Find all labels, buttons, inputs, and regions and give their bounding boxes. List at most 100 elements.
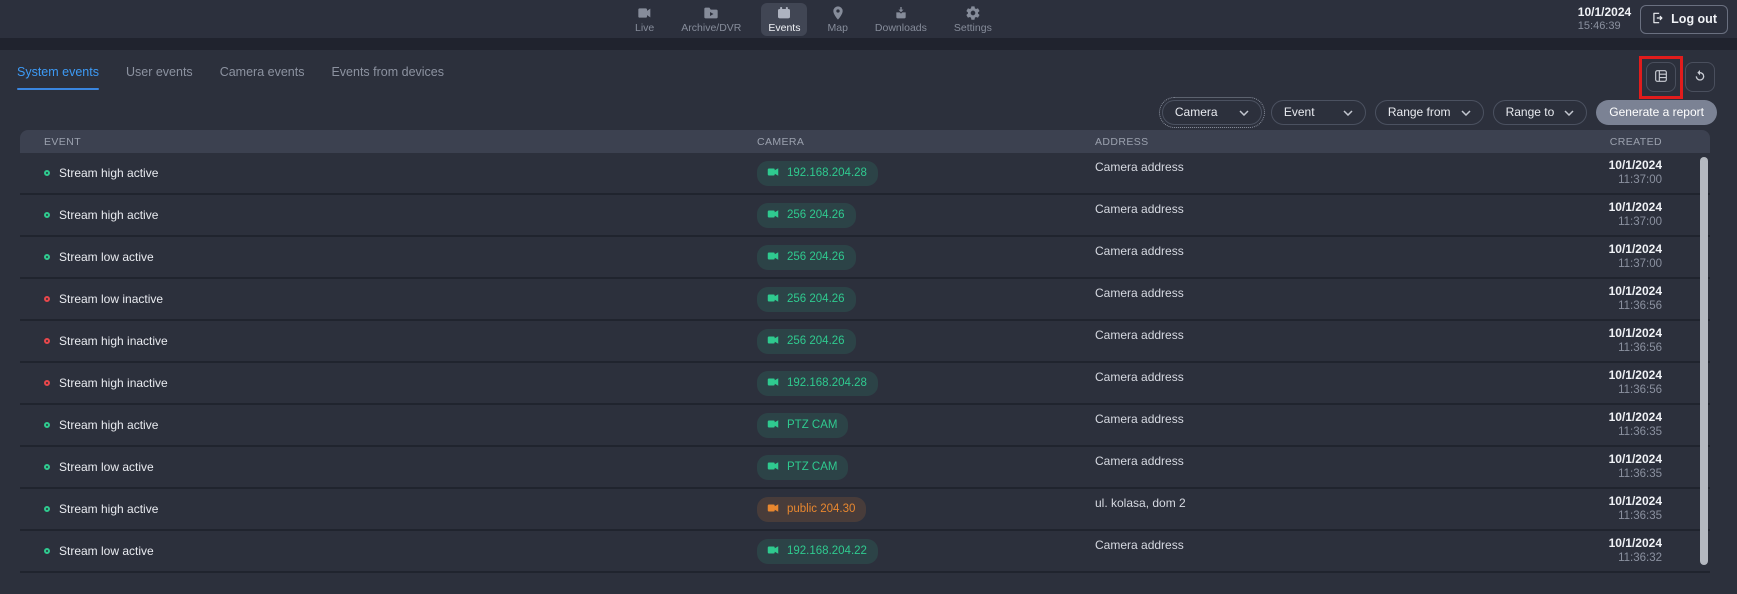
camera-icon xyxy=(766,417,780,434)
camera-cell: public 204.30 xyxy=(757,497,1095,522)
event-cell: Stream high inactive xyxy=(44,376,757,390)
column-header-event: EVENT xyxy=(44,136,757,148)
camera-badge[interactable]: 256 204.26 xyxy=(757,329,856,354)
logout-button[interactable]: Log out xyxy=(1640,5,1728,34)
table-row[interactable]: Stream low active PTZ CAM Camera address… xyxy=(20,447,1710,489)
tab-label: Camera events xyxy=(220,65,305,79)
nav-label: Archive/DVR xyxy=(681,23,741,34)
camera-badge[interactable]: public 204.30 xyxy=(757,497,866,522)
main-nav: Live Archive/DVR Events Map Downloads xyxy=(628,0,999,38)
created-cell: 10/1/2024 11:36:56 xyxy=(1552,327,1662,355)
table-row[interactable]: Stream low active 256 204.26 Camera addr… xyxy=(20,237,1710,279)
address-cell: Camera address xyxy=(1095,531,1552,552)
nav-item-settings[interactable]: Settings xyxy=(947,3,999,36)
camera-badge-label: PTZ CAM xyxy=(787,419,837,431)
event-cell: Stream high active xyxy=(44,502,757,516)
created-time: 11:36:56 xyxy=(1618,300,1662,313)
created-time: 11:36:32 xyxy=(1618,552,1662,565)
camera-badge-label: 256 204.26 xyxy=(787,209,845,221)
filter-bar: Camera Event Range from Range to Generat… xyxy=(0,94,1737,130)
nav-item-archive-dvr[interactable]: Archive/DVR xyxy=(674,3,748,36)
nav-item-events[interactable]: Events xyxy=(761,3,807,36)
nav-item-live[interactable]: Live xyxy=(628,3,661,36)
range-to-dropdown[interactable]: Range to xyxy=(1493,100,1588,125)
table-row[interactable]: Stream high active public 204.30 ul. kol… xyxy=(20,489,1710,531)
separator-strip xyxy=(0,38,1737,50)
event-label: Stream high active xyxy=(59,502,158,516)
camera-filter-dropdown[interactable]: Camera xyxy=(1162,100,1262,125)
report-table-icon xyxy=(1653,68,1669,87)
nav-item-downloads[interactable]: Downloads xyxy=(868,3,934,36)
map-pin-icon xyxy=(830,5,846,21)
event-status-icon xyxy=(44,506,50,512)
refresh-button[interactable] xyxy=(1685,62,1715,92)
camera-cell: PTZ CAM xyxy=(757,413,1095,438)
camera-badge[interactable]: 192.168.204.22 xyxy=(757,539,878,564)
event-label: Stream high active xyxy=(59,166,158,180)
table-row[interactable]: Stream high active 256 204.26 Camera add… xyxy=(20,195,1710,237)
created-date: 10/1/2024 xyxy=(1609,369,1662,382)
current-time: 15:46:39 xyxy=(1578,20,1631,32)
generate-report-button[interactable]: Generate a report xyxy=(1596,100,1717,125)
tab-label: User events xyxy=(126,65,193,79)
address-cell: Camera address xyxy=(1095,447,1552,468)
range-from-dropdown[interactable]: Range from xyxy=(1375,100,1484,125)
events-tab-bar: System events User events Camera events … xyxy=(0,50,1737,94)
table-row[interactable]: Stream high active 192.168.204.28 Camera… xyxy=(20,153,1710,195)
created-date: 10/1/2024 xyxy=(1609,411,1662,424)
logout-label: Log out xyxy=(1671,12,1717,26)
camera-cell: 256 204.26 xyxy=(757,245,1095,270)
range-to-label: Range to xyxy=(1506,105,1555,119)
event-status-icon xyxy=(44,296,50,302)
created-time: 11:37:00 xyxy=(1618,216,1662,229)
tab-user-events[interactable]: User events xyxy=(126,50,193,94)
camera-badge[interactable]: 256 204.26 xyxy=(757,287,856,312)
event-filter-dropdown[interactable]: Event xyxy=(1271,100,1366,125)
address-cell: Camera address xyxy=(1095,405,1552,426)
column-header-camera: CAMERA xyxy=(757,136,1095,148)
table-row[interactable]: Stream high active PTZ CAM Camera addres… xyxy=(20,405,1710,447)
camera-badge[interactable]: 192.168.204.28 xyxy=(757,371,878,396)
created-date: 10/1/2024 xyxy=(1609,201,1662,214)
event-label: Stream low active xyxy=(59,544,154,558)
event-status-icon xyxy=(44,338,50,344)
event-status-icon xyxy=(44,422,50,428)
event-label: Stream low active xyxy=(59,460,154,474)
tab-events-from-devices[interactable]: Events from devices xyxy=(331,50,444,94)
camera-badge[interactable]: PTZ CAM xyxy=(757,413,848,438)
camera-badge-label: public 204.30 xyxy=(787,503,855,515)
camera-filter-label: Camera xyxy=(1175,105,1218,119)
tab-label: System events xyxy=(17,65,99,79)
nav-label: Events xyxy=(768,23,800,34)
nav-item-map[interactable]: Map xyxy=(820,3,854,36)
chevron-down-icon xyxy=(1461,105,1471,119)
camera-badge[interactable]: 256 204.26 xyxy=(757,245,856,270)
table-row[interactable]: Stream low active 192.168.204.22 Camera … xyxy=(20,531,1710,573)
table-row[interactable]: Stream high inactive 192.168.204.28 Came… xyxy=(20,363,1710,405)
tab-system-events[interactable]: System events xyxy=(17,50,99,94)
chevron-down-icon xyxy=(1239,105,1249,119)
clock: 10/1/2024 15:46:39 xyxy=(1578,6,1631,32)
camera-badge[interactable]: PTZ CAM xyxy=(757,455,848,480)
camera-badge-label: 192.168.204.28 xyxy=(787,377,867,389)
camera-badge[interactable]: 256 204.26 xyxy=(757,203,856,228)
nav-label: Settings xyxy=(954,23,992,34)
table-row[interactable]: Stream low inactive 256 204.26 Camera ad… xyxy=(20,279,1710,321)
camera-cell: PTZ CAM xyxy=(757,455,1095,480)
created-date: 10/1/2024 xyxy=(1609,159,1662,172)
created-time: 11:36:56 xyxy=(1618,342,1662,355)
event-status-icon xyxy=(44,464,50,470)
nav-label: Downloads xyxy=(875,23,927,34)
tab-camera-events[interactable]: Camera events xyxy=(220,50,305,94)
event-cell: Stream low inactive xyxy=(44,292,757,306)
event-cell: Stream low active xyxy=(44,460,757,474)
archive-folder-icon xyxy=(703,5,719,21)
vertical-scrollbar[interactable] xyxy=(1700,157,1708,565)
report-view-button[interactable] xyxy=(1646,62,1676,92)
table-row[interactable]: Stream high inactive 256 204.26 Camera a… xyxy=(20,321,1710,363)
camera-badge[interactable]: 192.168.204.28 xyxy=(757,161,878,186)
camera-icon xyxy=(766,333,780,350)
camera-cell: 192.168.204.28 xyxy=(757,161,1095,186)
range-from-label: Range from xyxy=(1388,105,1451,119)
camera-badge-label: PTZ CAM xyxy=(787,461,837,473)
